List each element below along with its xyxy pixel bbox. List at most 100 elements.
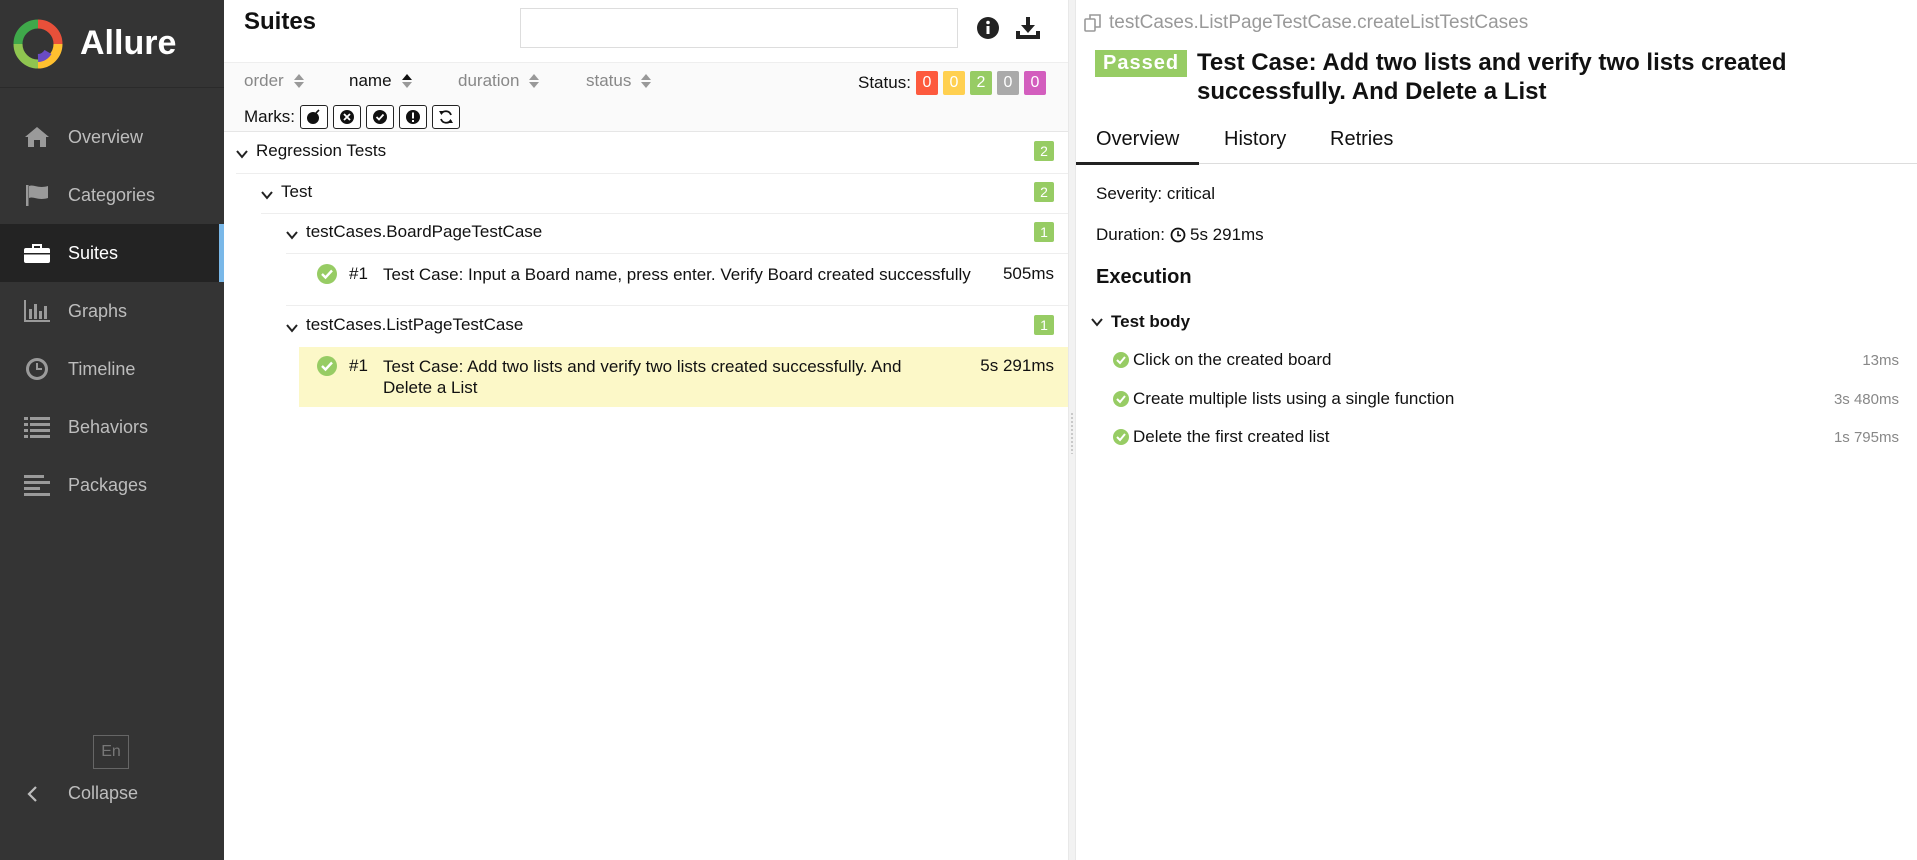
sidebar-nav: Overview Categories Suites Graphs Timeli…: [0, 108, 224, 514]
sort-status[interactable]: status: [586, 71, 652, 91]
detail-tabs: Overview History Retries: [1075, 120, 1917, 165]
step-duration: 13ms: [1862, 351, 1899, 369]
step-row[interactable]: Click on the created board 13ms: [1113, 350, 1899, 370]
sort-label: name: [349, 71, 392, 90]
sidebar-item-graphs[interactable]: Graphs: [0, 282, 224, 340]
status-broken-toggle[interactable]: 0: [942, 71, 965, 95]
clock-icon: [22, 356, 52, 382]
sidebar-item-timeline[interactable]: Timeline: [0, 340, 224, 398]
test-detail-pane: testCases.ListPageTestCase.createListTes…: [1075, 0, 1917, 860]
status-filter: Status: 0 0 2 0 0: [858, 71, 1046, 95]
step-row[interactable]: Delete the first created list 1s 795ms: [1113, 427, 1899, 447]
step-row[interactable]: Create multiple lists using a single fun…: [1113, 389, 1899, 409]
step-name: Delete the first created list: [1133, 427, 1330, 446]
test-full-name[interactable]: testCases.ListPageTestCase.createListTes…: [1083, 12, 1528, 34]
flag-icon: [22, 182, 52, 208]
count-badge: 1: [1034, 315, 1054, 335]
chevron-down-icon: [286, 226, 298, 240]
test-row[interactable]: #1 Test Case: Input a Board name, press …: [299, 254, 1068, 304]
allure-logo: [13, 19, 63, 68]
mark-retries-toggle[interactable]: [432, 105, 460, 129]
tab-retries[interactable]: Retries: [1330, 128, 1393, 151]
copy-icon: [1084, 14, 1101, 32]
info-icon[interactable]: [974, 14, 1002, 42]
class-name: testCases.BoardPageTestCase: [306, 222, 543, 241]
page-title: Suites: [244, 8, 317, 35]
status-skipped-toggle[interactable]: 0: [996, 71, 1019, 95]
sidebar: Allure Overview Categories Suites Graphs…: [0, 0, 224, 860]
tree-node-suite[interactable]: Regression Tests 2: [236, 141, 1068, 161]
chevron-down-icon: [286, 319, 298, 333]
times-circle-icon: [340, 110, 354, 124]
divider: [261, 213, 1068, 214]
title-line: successfully. And Delete a List: [1197, 78, 1547, 105]
duration-label: Duration:: [1096, 225, 1165, 244]
tree-node-class[interactable]: testCases.ListPageTestCase 1: [286, 315, 1068, 335]
mark-new-broken-toggle[interactable]: [399, 105, 427, 129]
sidebar-item-suites[interactable]: Suites: [0, 224, 224, 282]
test-title: Test Case: Add two lists and verify two …: [1197, 48, 1887, 106]
test-body-toggle[interactable]: Test body: [1091, 312, 1190, 332]
brand[interactable]: Allure: [0, 0, 224, 88]
sidebar-item-overview[interactable]: Overview: [0, 108, 224, 166]
test-row-selected[interactable]: #1 Test Case: Add two lists and verify t…: [299, 347, 1068, 407]
duration-value: 5s 291ms: [1189, 225, 1264, 244]
check-circle-icon: [1113, 391, 1129, 407]
sort-filter-toolbar: order name duration status Status: 0 0 2…: [224, 62, 1068, 132]
check-circle-icon: [1113, 352, 1129, 368]
app-name: Allure: [80, 24, 177, 62]
marks-label: Marks:: [244, 107, 295, 126]
suites-pane: Suites order name duration status Status…: [224, 0, 1068, 860]
bar-chart-icon: [22, 298, 52, 324]
collapse-button[interactable]: Collapse: [26, 783, 138, 804]
full-name-text: testCases.ListPageTestCase.createListTes…: [1109, 12, 1529, 33]
tab-overview[interactable]: Overview: [1075, 128, 1200, 165]
step-duration: 3s 480ms: [1833, 390, 1899, 408]
sort-label: status: [586, 71, 632, 90]
mark-flaky-toggle[interactable]: [300, 105, 328, 129]
language-button[interactable]: En: [93, 735, 129, 769]
splitter-grip[interactable]: [1070, 412, 1074, 454]
bomb-icon: [307, 109, 320, 124]
sidebar-item-categories[interactable]: Categories: [0, 166, 224, 224]
test-name: Test Case: Add two lists and verify two …: [383, 356, 901, 398]
sort-label: order: [244, 71, 284, 90]
test-name-line: Delete a List: [383, 378, 478, 397]
sort-duration[interactable]: duration: [458, 71, 540, 91]
divider: [286, 305, 1068, 306]
sort-arrows-icon: [529, 74, 540, 88]
sort-order[interactable]: order: [244, 71, 304, 91]
title-line: Test Case: Add two lists and verify two …: [1197, 49, 1787, 76]
status-failed-toggle[interactable]: 0: [915, 71, 938, 95]
sidebar-item-behaviors[interactable]: Behaviors: [0, 398, 224, 456]
status-unknown-toggle[interactable]: 0: [1023, 71, 1046, 95]
sort-arrows-icon: [641, 74, 652, 88]
tab-history[interactable]: History: [1224, 128, 1286, 151]
execution-heading: Execution: [1096, 266, 1192, 288]
suite-name: Regression Tests: [256, 141, 387, 160]
chevron-down-icon: [261, 186, 273, 200]
list-icon: [22, 414, 52, 440]
step-name: Create multiple lists using a single fun…: [1133, 389, 1455, 408]
test-name: Test Case: Input a Board name, press ent…: [383, 265, 971, 284]
align-left-icon: [22, 472, 52, 498]
marks-filter: Marks:: [244, 105, 460, 129]
tree-node-class[interactable]: testCases.BoardPageTestCase 1: [286, 222, 1068, 242]
mark-new-failed-toggle[interactable]: [333, 105, 361, 129]
sort-name[interactable]: name: [349, 71, 412, 91]
count-badge: 2: [1034, 182, 1054, 202]
step-name: Click on the created board: [1133, 350, 1332, 369]
sidebar-item-packages[interactable]: Packages: [0, 456, 224, 514]
test-number: #1: [349, 264, 368, 283]
sort-arrows-icon: [293, 74, 304, 88]
check-circle-icon: [317, 264, 337, 289]
refresh-icon: [439, 110, 453, 124]
tree-node-group[interactable]: Test 2: [261, 182, 1068, 202]
test-number: #1: [349, 356, 368, 375]
status-passed-toggle[interactable]: 2: [969, 71, 992, 95]
status-label: Status:: [858, 73, 911, 92]
mark-new-passed-toggle[interactable]: [366, 105, 394, 129]
search-input[interactable]: [520, 8, 958, 48]
download-icon[interactable]: [1014, 14, 1042, 42]
chevron-down-icon: [236, 145, 248, 159]
